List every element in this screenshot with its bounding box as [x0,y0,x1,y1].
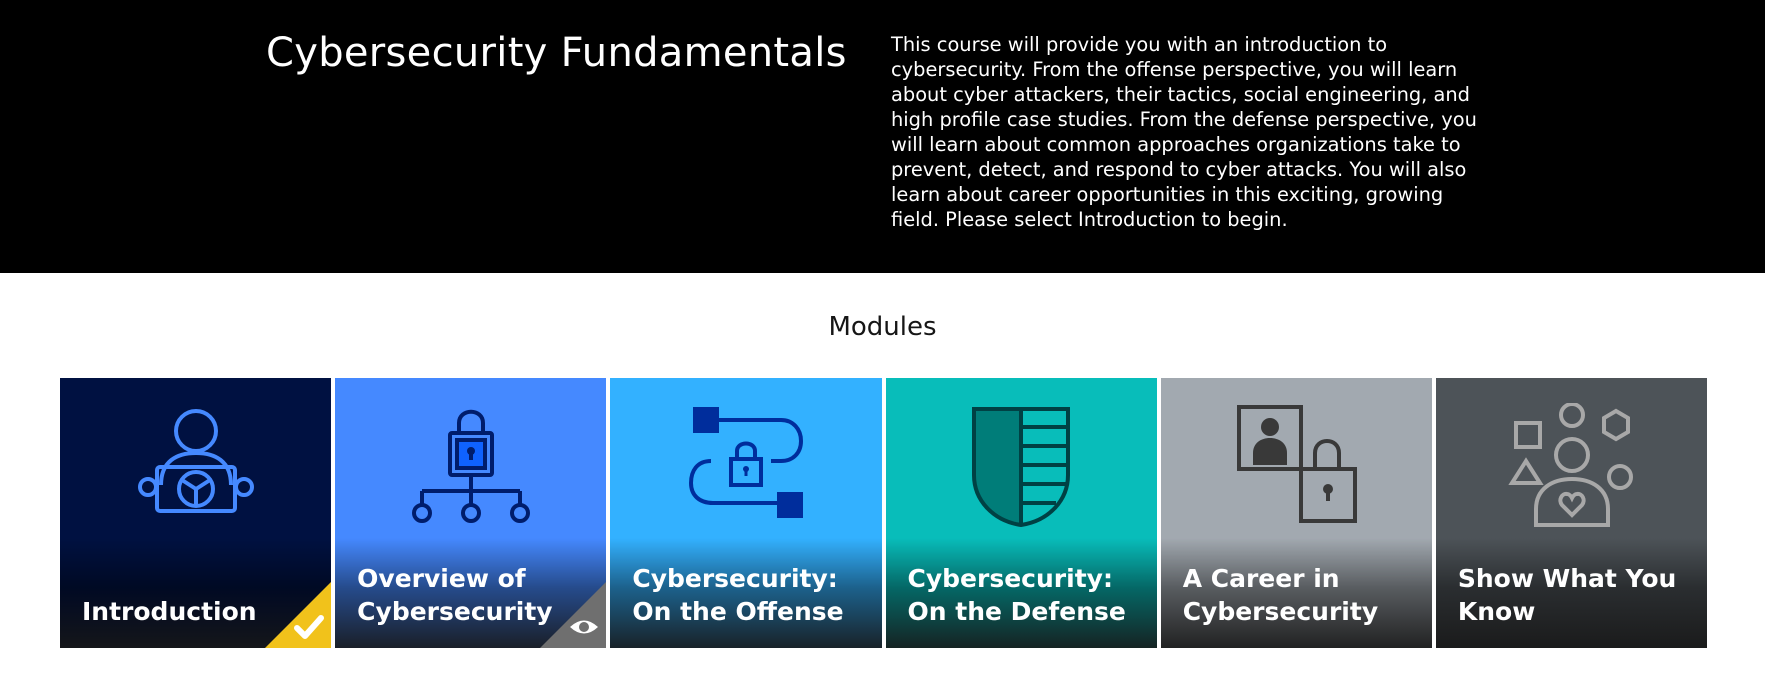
module-tile-career[interactable]: A Career in Cybersecurity [1160,378,1432,648]
person-holding-sign-icon [137,409,254,513]
person-shapes-icon [1508,403,1634,527]
module-tile-defense[interactable]: Cybersecurity: On the Defense [885,378,1157,648]
module-tile-offense[interactable]: Cybersecurity: On the Offense [610,378,882,648]
modules-heading: Modules [828,312,937,342]
lock-path-icon [688,407,803,518]
module-title: Cybersecurity: On the Defense [907,564,1126,626]
module-title: Cybersecurity: On the Offense [632,564,844,626]
viewed-badge [540,582,607,648]
course-title: Cybersecurity Fundamentals [266,30,847,76]
module-tile-overview[interactable]: Overview of Cybersecurity [335,378,607,648]
course-banner: Cybersecurity Fundamentals This course w… [0,0,1765,273]
person-lock-icon [1237,405,1358,523]
modules-grid: Introduction Overview of Cybersecurity C… [60,378,1708,648]
lock-network-icon [411,409,530,523]
completed-badge [265,582,332,648]
module-title: Show What You Know [1457,564,1677,626]
module-title: A Career in Cybersecurity [1182,564,1379,626]
shield-icon [972,407,1071,528]
module-tile-show-what-you-know[interactable]: Show What You Know [1435,378,1708,648]
module-tile-introduction[interactable]: Introduction [60,378,332,648]
course-description: This course will provide you with an int… [891,33,1477,231]
